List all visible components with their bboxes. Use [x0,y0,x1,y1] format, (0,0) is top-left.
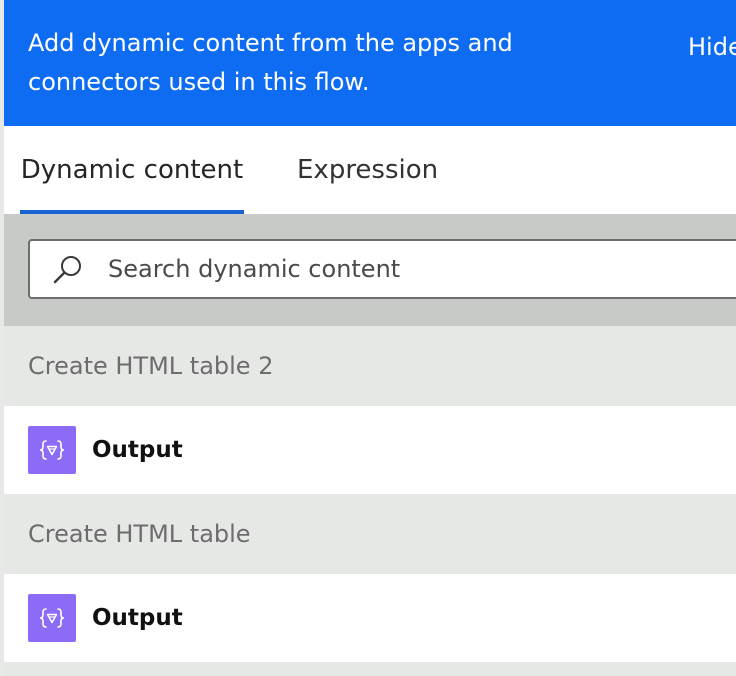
search-box[interactable] [28,239,736,299]
list-item-output[interactable]: Output [4,574,736,662]
hide-link[interactable]: Hide [688,28,736,67]
variable-braces-icon [28,594,76,642]
tab-expression[interactable]: Expression [297,126,438,214]
variable-braces-icon [28,426,76,474]
section-title: Create HTML table [28,520,251,548]
item-label: Output [92,437,183,463]
search-icon [53,256,81,284]
panel-header: Add dynamic content from the apps and co… [4,0,736,126]
list-item-output[interactable]: Output [4,406,736,494]
tab-dynamic-content-label: Dynamic content [20,155,244,185]
section-title: Create HTML table 2 [28,352,274,380]
section-header-create-html-table: Create HTML table [4,494,736,574]
header-description: Add dynamic content from the apps and co… [28,29,513,96]
tab-bar: Dynamic content Expression [4,126,736,214]
item-label: Output [92,605,183,631]
search-band [4,214,736,326]
section-header-create-html-table-2: Create HTML table 2 [4,326,736,406]
tab-expression-label: Expression [297,155,439,185]
search-input[interactable] [108,241,736,297]
dynamic-content-panel: Add dynamic content from the apps and co… [0,0,736,676]
tab-dynamic-content[interactable]: Dynamic content [20,126,244,214]
next-section-header [4,662,736,676]
